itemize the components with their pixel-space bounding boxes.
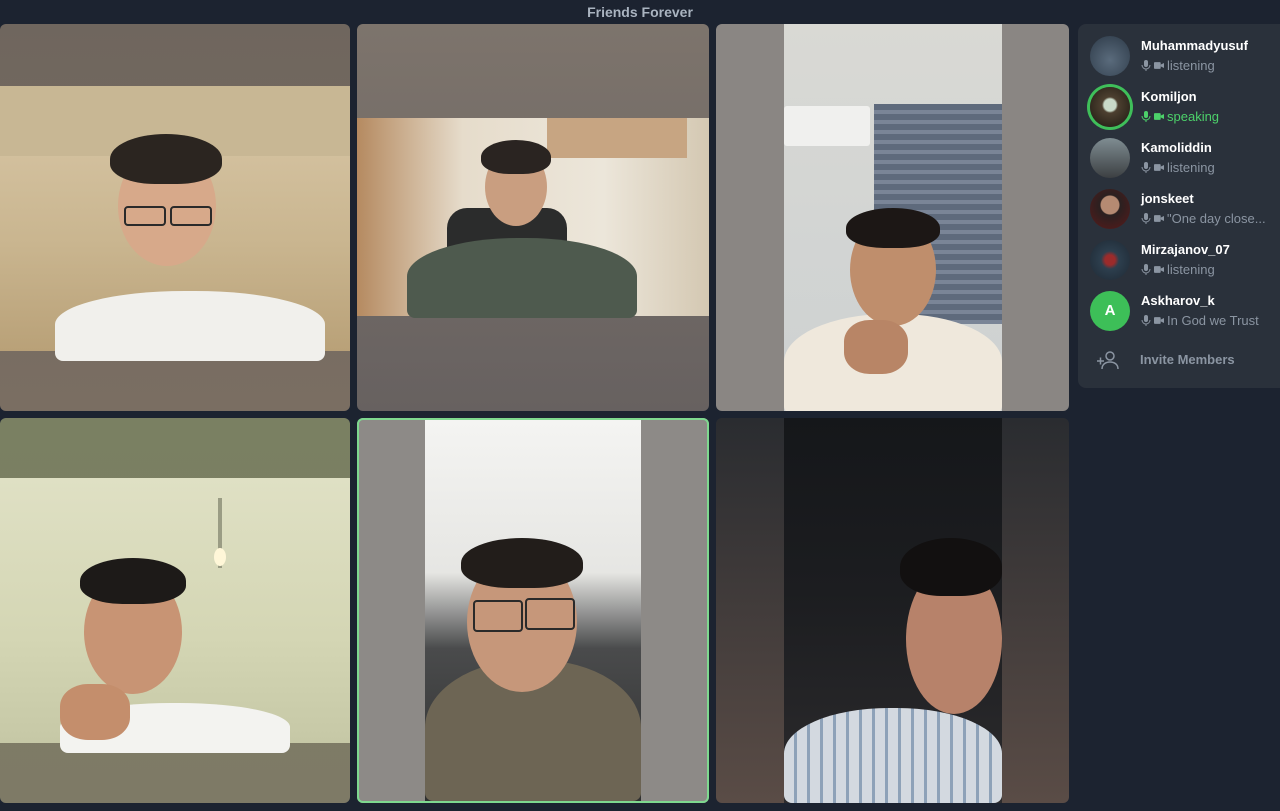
call-title: Friends Forever [587, 4, 693, 20]
member-kamoliddin[interactable]: Kamoliddin listening [1090, 134, 1280, 184]
member-status: "One day close... [1141, 211, 1280, 226]
avatar [1090, 36, 1130, 76]
member-mirzajanov-07[interactable]: Mirzajanov_07 listening [1090, 236, 1280, 286]
camera-icon [1154, 266, 1164, 273]
member-status: In God we Trust [1141, 313, 1280, 328]
invite-members-label: Invite Members [1140, 352, 1235, 367]
avatar [1090, 138, 1130, 178]
microphone-icon [1141, 264, 1151, 275]
camera-icon [1154, 164, 1164, 171]
member-name: Askharov_k [1141, 293, 1215, 308]
camera-icon [1154, 113, 1164, 120]
avatar: A [1090, 291, 1130, 331]
member-askharov-k[interactable]: A Askharov_k In God we Trust [1090, 287, 1280, 337]
video-tile-5-active[interactable] [357, 418, 709, 803]
video-feed [0, 478, 350, 753]
member-jonskeet[interactable]: jonskeet "One day close... [1090, 185, 1280, 235]
member-name: Mirzajanov_07 [1141, 242, 1230, 257]
video-tile-2[interactable] [357, 24, 709, 411]
avatar [1090, 87, 1130, 127]
member-name: Muhammadyusuf [1141, 38, 1248, 53]
member-status: listening [1141, 262, 1280, 277]
video-feed [784, 24, 1002, 411]
video-tile-6[interactable] [716, 418, 1069, 803]
video-tile-1[interactable] [0, 24, 350, 411]
participants-panel: Muhammadyusuf listening Komiljon speakin… [1078, 24, 1280, 388]
avatar [1090, 189, 1130, 229]
camera-icon [1154, 215, 1164, 222]
avatar [1090, 240, 1130, 280]
member-komiljon[interactable]: Komiljon speaking [1090, 83, 1280, 133]
member-status: speaking [1141, 109, 1280, 124]
video-feed [0, 86, 350, 361]
microphone-icon [1141, 213, 1151, 224]
member-name: Komiljon [1141, 89, 1197, 104]
video-tile-4[interactable] [0, 418, 350, 803]
video-tile-3[interactable] [716, 24, 1069, 411]
member-status: listening [1141, 58, 1280, 73]
member-name: Kamoliddin [1141, 140, 1212, 155]
video-feed [357, 118, 709, 318]
microphone-icon [1141, 162, 1151, 173]
microphone-icon [1141, 315, 1151, 326]
video-feed [784, 418, 1002, 803]
microphone-icon [1141, 60, 1151, 71]
member-status: listening [1141, 160, 1280, 175]
camera-icon [1154, 62, 1164, 69]
video-feed [425, 420, 641, 801]
add-user-icon [1097, 351, 1119, 370]
member-name: jonskeet [1141, 191, 1194, 206]
member-muhammadyusuf[interactable]: Muhammadyusuf listening [1090, 32, 1280, 82]
camera-icon [1154, 317, 1164, 324]
microphone-icon [1141, 111, 1151, 122]
